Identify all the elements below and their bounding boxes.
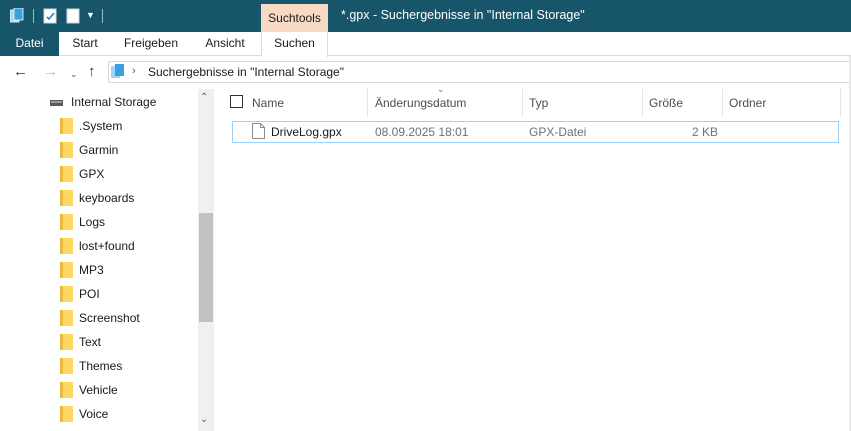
folder-icon	[60, 190, 73, 206]
tree-item-label: lost+found	[79, 239, 135, 253]
column-header-date[interactable]: Änderungsdatum	[375, 96, 466, 110]
tree-item-label: Voice	[79, 407, 109, 421]
column-divider[interactable]	[367, 89, 368, 116]
breadcrumb-chevron-icon[interactable]: ›	[132, 65, 136, 77]
tree-item-folder[interactable]: Garmin	[0, 138, 196, 162]
tree-item-label: Text	[79, 335, 102, 349]
tree-item-label: keyboards	[79, 191, 135, 205]
folder-icon	[60, 286, 73, 302]
folder-icon	[60, 166, 73, 182]
column-divider[interactable]	[642, 89, 643, 116]
folder-icon	[60, 310, 73, 326]
tree-item-folder[interactable]: MP3	[0, 258, 196, 282]
gpx-file-icon	[252, 123, 265, 139]
sort-indicator-icon: ⌄	[437, 84, 445, 94]
file-size: 2 KB	[692, 125, 719, 139]
tree-item-label: Logs	[79, 215, 106, 229]
folder-icon	[60, 118, 73, 134]
tree-item-folder[interactable]: GPX	[0, 162, 196, 186]
tree-item-folder[interactable]: keyboards	[0, 186, 196, 210]
folder-icon	[60, 142, 73, 158]
title-bar: ▼ Suchtools *.gpx - Suchergebnisse in "I…	[0, 0, 851, 32]
tree-item-label: POI	[79, 287, 100, 301]
qat-separator	[102, 9, 103, 23]
tree-item-label: Themes	[79, 359, 123, 373]
search-results-location-icon	[111, 64, 124, 78]
scroll-up-icon[interactable]: ⌃	[200, 92, 208, 103]
tree-item-folder[interactable]: Screenshot	[0, 306, 196, 330]
column-header-size[interactable]: Größe	[649, 96, 683, 110]
tree-item-folder[interactable]: lost+found	[0, 234, 196, 258]
tab-ansicht[interactable]: Ansicht	[196, 32, 254, 56]
forward-arrow-icon[interactable]: →	[43, 64, 58, 79]
tree-item-folder[interactable]: Text	[0, 330, 196, 354]
scroll-down-icon[interactable]: ⌄	[200, 414, 208, 425]
breadcrumb-path[interactable]: Suchergebnisse in "Internal Storage"	[148, 65, 344, 79]
folder-icon	[60, 334, 73, 350]
column-divider[interactable]	[840, 89, 841, 116]
tree-item-folder[interactable]: Themes	[0, 354, 196, 378]
folder-icon	[60, 238, 73, 254]
qat-separator	[33, 9, 34, 23]
tree-scrollbar-thumb[interactable]	[199, 213, 213, 322]
window-title: *.gpx - Suchergebnisse in "Internal Stor…	[341, 8, 585, 22]
tree-item-folder[interactable]: .System	[0, 114, 196, 138]
column-divider[interactable]	[522, 89, 523, 116]
drive-icon	[50, 100, 63, 106]
column-divider[interactable]	[722, 89, 723, 116]
folder-icon	[60, 406, 73, 422]
tab-freigeben[interactable]: Freigeben	[118, 32, 184, 56]
new-folder-icon[interactable]	[66, 8, 80, 24]
properties-icon[interactable]	[43, 8, 57, 24]
recent-locations-chevron-icon[interactable]: ⌄	[70, 67, 78, 82]
ribbon-tab-bar: Datei Start Freigeben Ansicht Suchen	[0, 32, 851, 57]
file-date: 08.09.2025 18:01	[375, 125, 469, 139]
folder-icon	[60, 358, 73, 374]
tree-item-label: Garmin	[79, 143, 119, 157]
tree-item-label: Internal Storage	[71, 95, 157, 109]
file-name[interactable]: DriveLog.gpx	[271, 125, 342, 139]
back-arrow-icon[interactable]: ←	[13, 64, 28, 79]
tree-item-label: MP3	[79, 263, 104, 277]
column-header-name[interactable]: Name	[252, 96, 284, 110]
tree-item-folder[interactable]: POI	[0, 282, 196, 306]
tree-item-folder[interactable]: Logs	[0, 210, 196, 234]
suchtools-context-tab[interactable]: Suchtools	[261, 4, 328, 32]
tab-suchen[interactable]: Suchen	[261, 32, 328, 57]
folder-icon	[60, 262, 73, 278]
folder-icon	[60, 382, 73, 398]
tab-start[interactable]: Start	[62, 32, 108, 56]
column-header-folder[interactable]: Ordner	[729, 96, 766, 110]
tree-item-label: Vehicle	[79, 383, 118, 397]
up-arrow-icon[interactable]: ↑	[88, 64, 96, 79]
list-header: Name Änderungsdatum Typ Größe Ordner	[222, 89, 851, 116]
column-header-type[interactable]: Typ	[529, 96, 548, 110]
qat-dropdown-icon[interactable]: ▼	[86, 10, 95, 20]
explorer-window-icon[interactable]	[10, 8, 24, 24]
tree-item-folder[interactable]: Voice	[0, 402, 196, 426]
tree-item-label: GPX	[79, 167, 105, 181]
tree-item-folder[interactable]: Vehicle	[0, 378, 196, 402]
tree-item-internal-storage[interactable]: Internal Storage	[0, 90, 196, 114]
folder-icon	[60, 214, 73, 230]
tree-item-label: Screenshot	[79, 311, 140, 325]
file-type: GPX-Datei	[529, 125, 587, 139]
tab-datei[interactable]: Datei	[0, 32, 59, 56]
tree-item-label: .System	[79, 119, 123, 133]
navigation-tree: Internal Storage .System Garmin GPX keyboar…	[0, 89, 214, 431]
